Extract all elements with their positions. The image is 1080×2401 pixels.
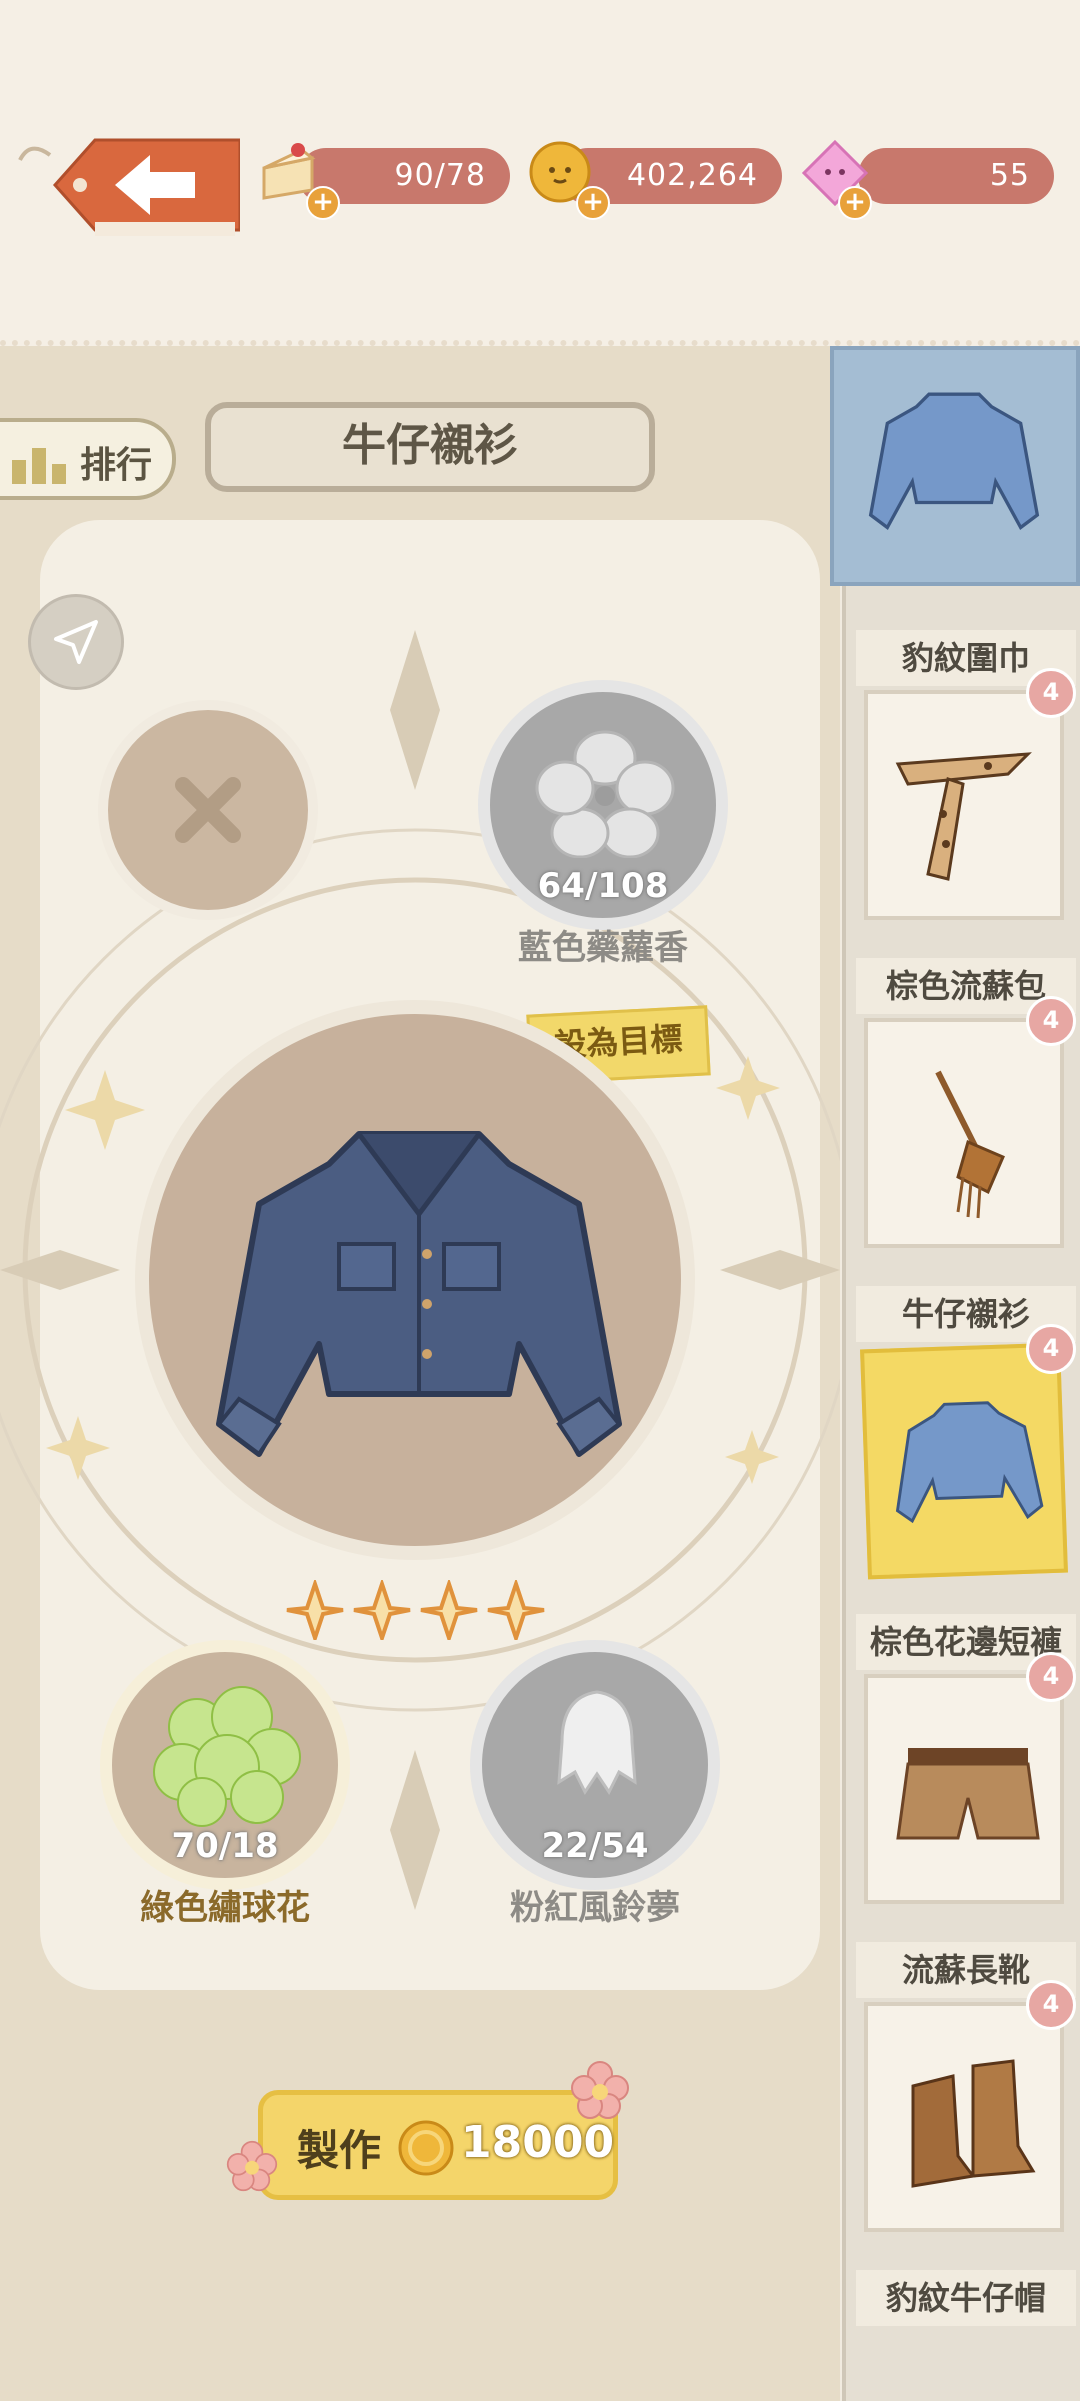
craft-cost: 18000 — [461, 2117, 615, 2168]
craft-label: 製作 — [297, 2126, 382, 2175]
fringe-boots-image — [911, 2059, 1036, 2188]
material-name: 藍色藥蘿香 — [518, 928, 688, 968]
list-item-card[interactable] — [864, 1674, 1064, 1904]
denim-jacket-image — [868, 392, 1040, 530]
send-icon — [54, 620, 98, 664]
gem-bar: 55 — [858, 148, 1054, 204]
star-icon — [487, 1580, 545, 1640]
material-name: 粉紅風鈴夢 — [510, 1888, 680, 1928]
denim-jacket-image — [216, 1131, 622, 1457]
level-badge: 4 — [1026, 668, 1076, 718]
list-item-card[interactable] — [864, 2002, 1064, 2232]
rarity-stars — [286, 1580, 545, 1640]
material-slot-1[interactable]: 64/108 — [478, 680, 728, 930]
add-stamina-button[interactable]: + — [306, 186, 340, 220]
level-badge: 4 — [1026, 1324, 1076, 1374]
add-coins-button[interactable]: + — [576, 186, 610, 220]
back-button[interactable] — [10, 130, 240, 240]
decorative-flower-icon — [571, 2061, 629, 2119]
material-name: 綠色繡球花 — [140, 1888, 310, 1928]
level-badge: 4 — [1026, 1652, 1076, 1702]
selected-item-preview — [830, 346, 1080, 586]
add-gems-button[interactable]: + — [838, 186, 872, 220]
star-icon — [353, 1580, 411, 1640]
coin-icon — [398, 2120, 454, 2176]
list-item-card[interactable] — [864, 690, 1064, 920]
item-list-sidebar[interactable]: 豹紋圍巾 4 棕色流蘇包 4 牛仔襯衫 4 棕色花邊短褲 4 流蘇長靴 4 豹紋… — [842, 346, 1080, 2401]
cross-icon — [175, 777, 241, 843]
leaderboard-icon — [12, 448, 66, 484]
bellflower-icon — [557, 1690, 637, 1795]
rank-label: 排行 — [80, 445, 153, 486]
list-item-card[interactable] — [864, 1018, 1064, 1248]
leopard-scarf-image — [895, 752, 1032, 881]
level-badge: 4 — [1026, 1980, 1076, 2030]
item-title: 牛仔襯衫 — [205, 402, 655, 492]
material-count: 22/54 — [541, 1826, 649, 1866]
denim-jacket-image — [895, 1401, 1044, 1524]
fringe-bag-image — [935, 1070, 1005, 1219]
list-item-card[interactable] — [860, 1342, 1068, 1580]
empty-material-slot[interactable] — [98, 700, 318, 920]
material-slot-2[interactable]: 70/18 — [100, 1640, 350, 1890]
material-count: 64/108 — [537, 866, 669, 906]
share-button[interactable] — [28, 594, 124, 690]
craft-button[interactable]: 製作 18000 — [258, 2090, 618, 2200]
item-preview — [135, 1000, 695, 1560]
flower-icon — [535, 730, 675, 858]
hydrangea-icon — [153, 1686, 301, 1827]
shorts-image — [896, 1748, 1040, 1840]
rank-button[interactable]: 排行 — [0, 418, 176, 500]
decorative-flower-icon — [226, 2140, 278, 2192]
star-icon — [286, 1580, 344, 1640]
material-count: 70/18 — [171, 1826, 279, 1866]
star-icon — [420, 1580, 478, 1640]
material-slot-3[interactable]: 22/54 — [470, 1640, 720, 1890]
level-badge: 4 — [1026, 996, 1076, 1046]
top-bar: 90/78 + 402,264 + 55 + — [0, 0, 1080, 346]
list-item-label: 豹紋牛仔帽 — [856, 2270, 1076, 2326]
